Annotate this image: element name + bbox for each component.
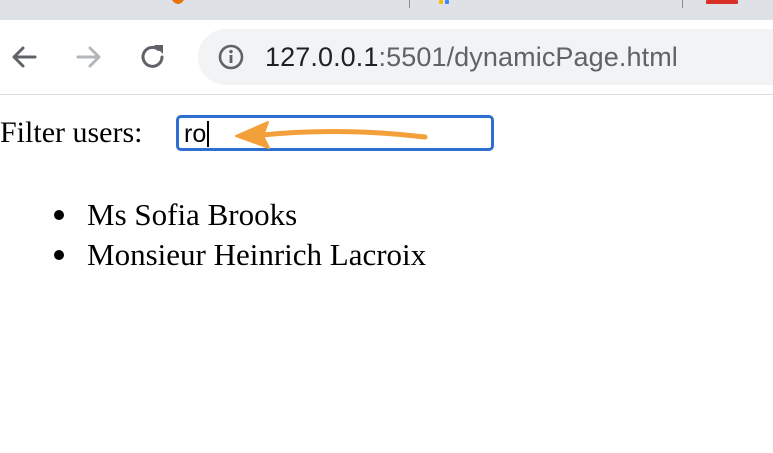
users-list: Ms Sofia Brooks Monsieur Heinrich Lacroi…: [0, 195, 426, 275]
tab-favicon-icon: [439, 0, 449, 4]
tab-separator: [409, 0, 410, 8]
back-button[interactable]: [7, 40, 41, 74]
browser-toolbar: 127.0.0.1:5501/dynamicPage.html: [0, 20, 773, 95]
url-path: :5501/dynamicPage.html: [378, 42, 678, 72]
list-item: Monsieur Heinrich Lacroix: [0, 235, 426, 275]
tab-favicon-icon: [172, 0, 184, 4]
tab-favicon-icon: [706, 0, 738, 4]
forward-button[interactable]: [72, 40, 106, 74]
browser-tab-strip: [0, 0, 773, 20]
address-bar[interactable]: 127.0.0.1:5501/dynamicPage.html: [198, 29, 773, 85]
arrow-left-icon: [235, 121, 428, 149]
url-host: 127.0.0.1: [265, 42, 379, 72]
address-url[interactable]: 127.0.0.1:5501/dynamicPage.html: [265, 39, 678, 75]
arrow-back-icon: [12, 46, 37, 68]
tab-separator: [682, 0, 683, 8]
list-item: Ms Sofia Brooks: [0, 195, 426, 235]
reload-button[interactable]: [136, 40, 170, 74]
page-content: Filter users: ro Ms Sofia Brooks Monsieu…: [0, 95, 773, 453]
reload-icon: [141, 45, 164, 68]
arrow-forward-icon: [76, 46, 101, 68]
site-info-icon[interactable]: [218, 44, 244, 70]
